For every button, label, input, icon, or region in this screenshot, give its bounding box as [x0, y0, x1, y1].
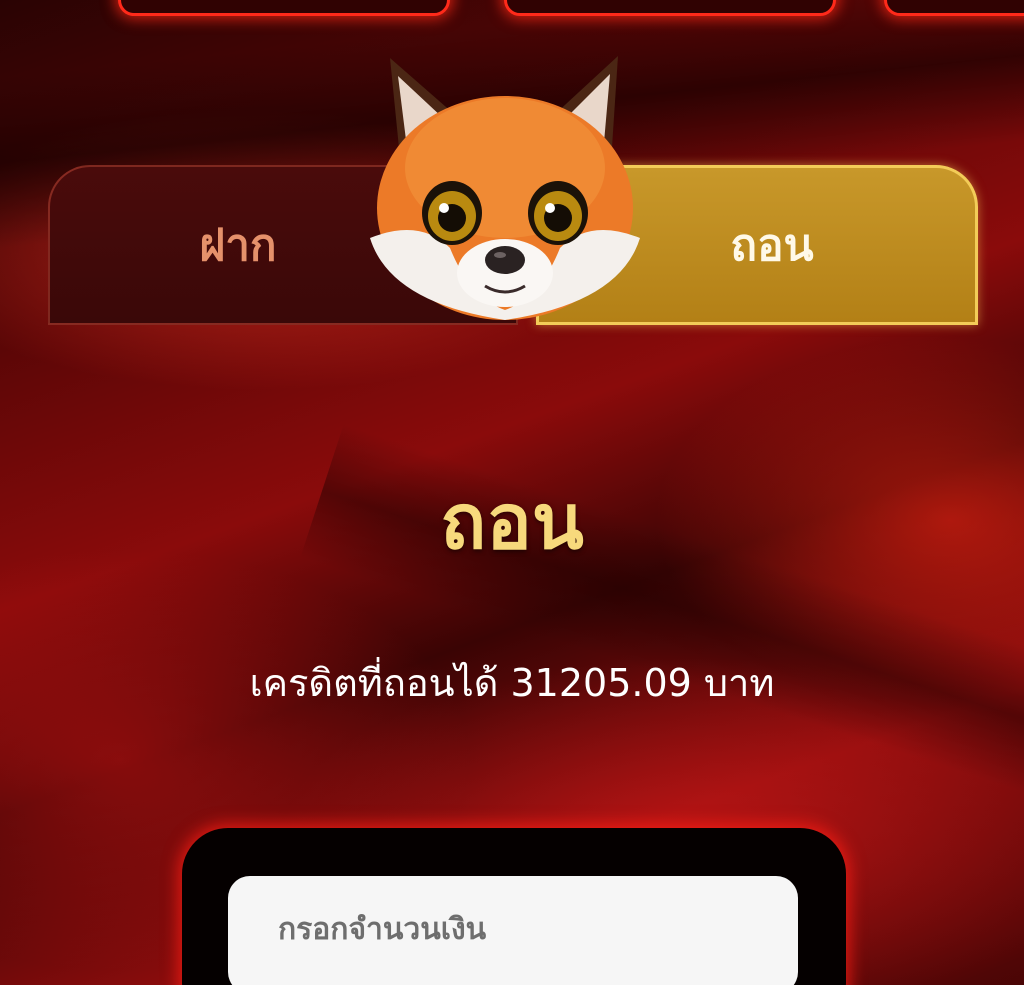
page-title: ถอน — [440, 477, 584, 566]
fox-mascot-icon — [370, 56, 640, 320]
tab-deposit-label: ฝาก — [199, 220, 277, 271]
top-menu-button[interactable] — [884, 0, 1024, 16]
top-menu-button[interactable] — [118, 0, 450, 16]
amount-input[interactable] — [228, 876, 798, 985]
withdraw-page: ฝาก ถอน ถอน เครดิตที่ถอนได้ 31205.09 บาท — [0, 0, 1024, 985]
top-menu-button[interactable] — [504, 0, 836, 16]
withdrawable-credit: เครดิตที่ถอนได้ 31205.09 บาท — [249, 661, 775, 705]
tab-withdraw-label: ถอน — [730, 220, 814, 271]
